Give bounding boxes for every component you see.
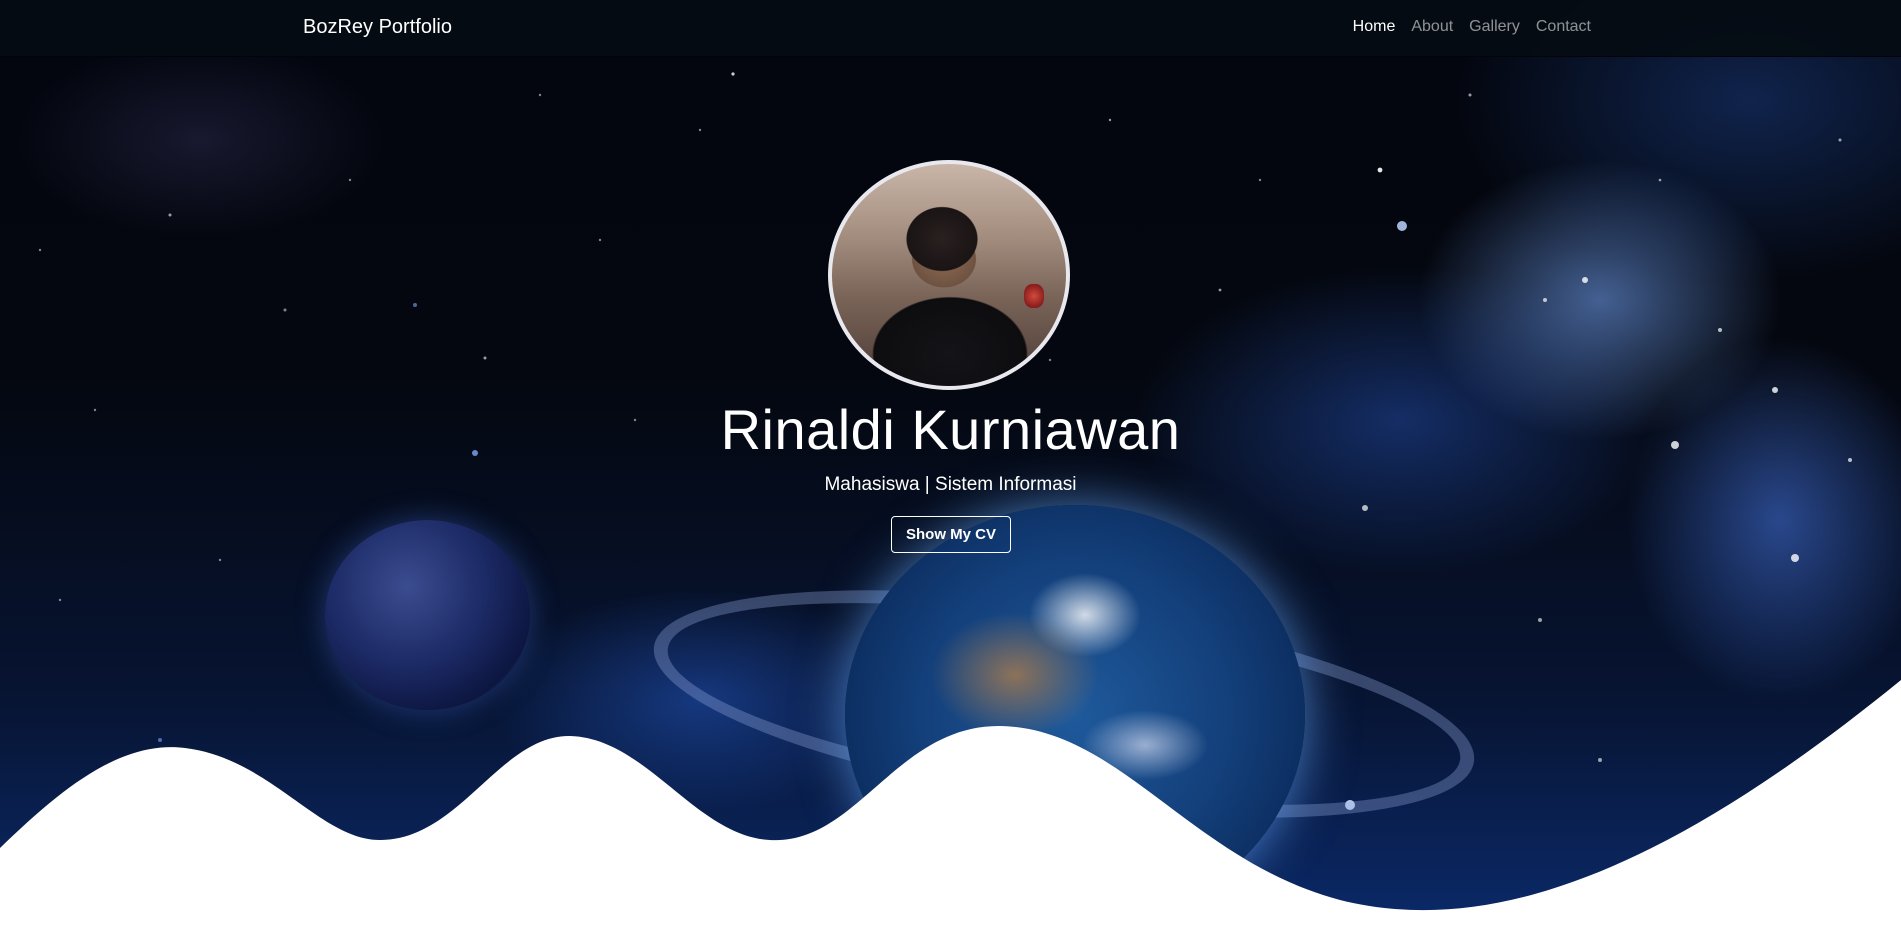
nav-links: Home About Gallery Contact xyxy=(1353,18,1591,36)
nav-link-home[interactable]: Home xyxy=(1353,18,1396,36)
wave-divider xyxy=(0,680,1901,929)
profile-subtitle: Mahasiswa | Sistem Informasi xyxy=(824,474,1077,495)
brand-link[interactable]: BozRey Portfolio xyxy=(303,16,452,39)
top-navbar: BozRey Portfolio Home About Gallery Cont… xyxy=(0,0,1901,57)
show-cv-button[interactable]: Show My CV xyxy=(891,516,1011,553)
avatar-badge-patch xyxy=(1024,284,1044,308)
nav-link-about[interactable]: About xyxy=(1411,18,1453,36)
hero-section xyxy=(0,0,1901,929)
nav-link-contact[interactable]: Contact xyxy=(1536,18,1591,36)
profile-avatar xyxy=(828,160,1070,390)
profile-name: Rinaldi Kurniawan xyxy=(720,398,1181,461)
nav-link-gallery[interactable]: Gallery xyxy=(1469,18,1520,36)
